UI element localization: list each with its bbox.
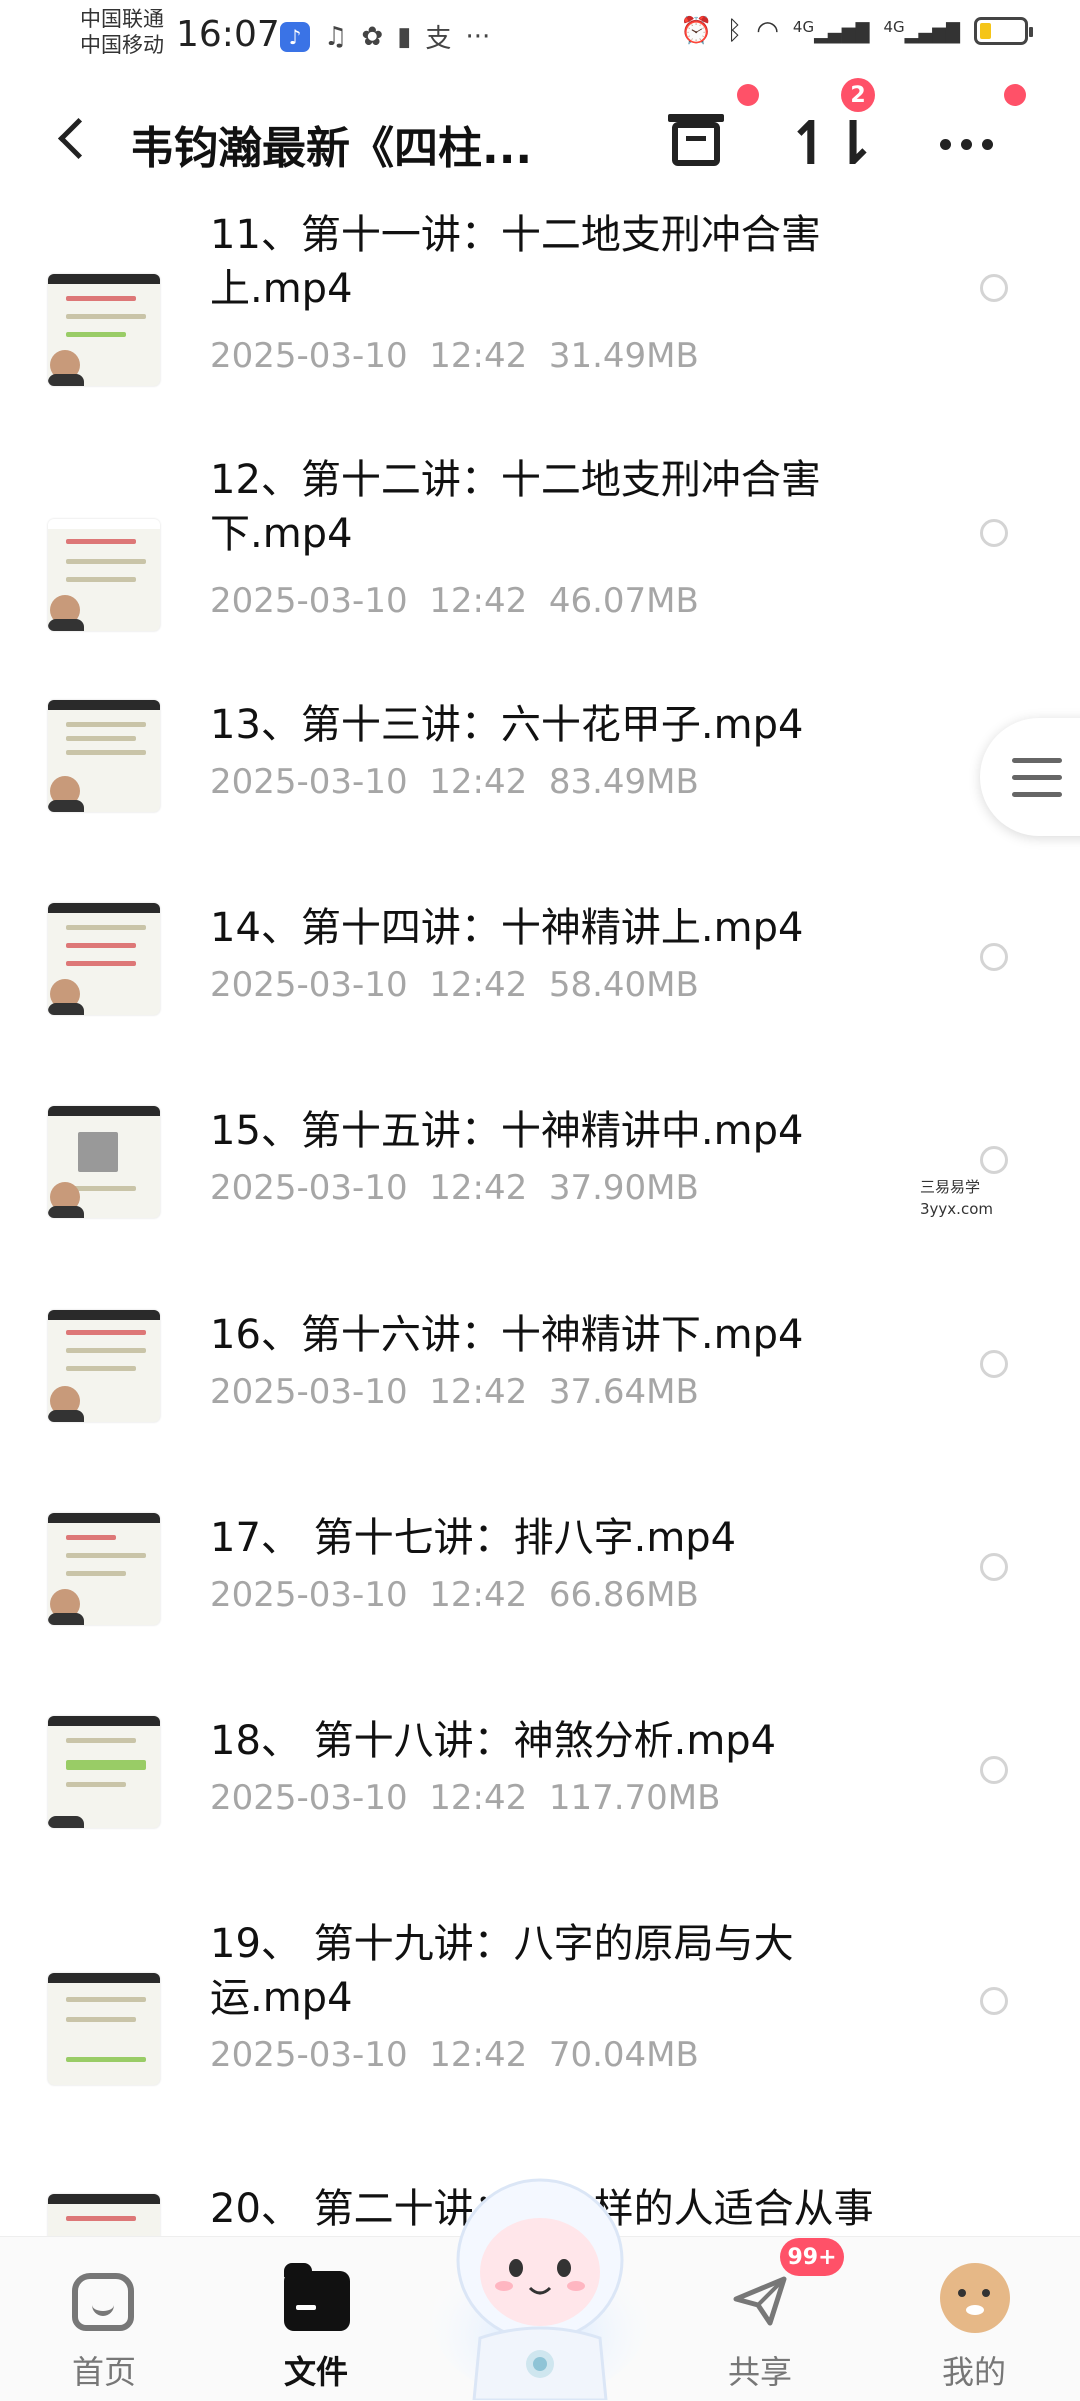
chevron-left-icon xyxy=(57,117,99,159)
wifi-icon: ◠ xyxy=(756,16,779,46)
select-checkbox[interactable] xyxy=(980,274,1008,302)
archive-button[interactable] xyxy=(660,108,732,180)
file-meta: 2025-03-10 12:42 66.86MB xyxy=(210,1575,699,1615)
more-options-button[interactable] xyxy=(930,108,1002,180)
select-checkbox[interactable] xyxy=(980,519,1008,547)
archive-icon xyxy=(668,114,724,166)
file-name: 15、第十五讲：十神精讲中.mp4 xyxy=(210,1108,804,1154)
file-meta: 2025-03-10 12:42 117.70MB xyxy=(210,1778,721,1818)
paper-plane-icon xyxy=(733,2276,787,2326)
file-meta: 2025-03-10 12:42 83.49MB xyxy=(210,762,699,802)
video-thumbnail xyxy=(48,903,160,1015)
folder-icon xyxy=(284,2263,350,2331)
transfer-button[interactable]: ↿⇂ xyxy=(786,108,879,180)
more-dots-icon xyxy=(939,138,993,150)
transfer-icon: ↿⇂ xyxy=(785,109,879,179)
video-thumbnail xyxy=(48,1513,160,1625)
carrier-2: 中国移动 xyxy=(80,33,164,57)
file-name: 13、第十三讲：六十花甲子.mp4 xyxy=(210,702,804,748)
battery-tip xyxy=(1029,27,1033,37)
folder-title: 韦钧瀚最新《四柱... xyxy=(130,123,533,174)
ai-assistant-mascot-icon[interactable] xyxy=(430,2168,650,2400)
battery-icon xyxy=(974,17,1033,45)
tiktok-icon: ♫ xyxy=(324,21,348,52)
tab-me[interactable]: 我的 xyxy=(904,2257,1044,2391)
tab-files[interactable]: 文件 xyxy=(246,2257,386,2391)
transfer-badge: 2 xyxy=(841,78,875,112)
file-name: 14、第十四讲：十神精讲上.mp4 xyxy=(210,905,804,951)
bilibili-icon: ♪ xyxy=(280,21,310,52)
avatar xyxy=(940,2263,1010,2333)
select-checkbox[interactable] xyxy=(980,943,1008,971)
status-clock: 16:07 xyxy=(176,14,280,55)
floating-menu-button[interactable] xyxy=(980,718,1080,836)
video-thumbnail xyxy=(48,274,160,386)
baidu-icon: ✿ xyxy=(361,21,384,52)
select-checkbox[interactable] xyxy=(980,1350,1008,1378)
carrier-names: 中国联通 中国移动 xyxy=(80,6,164,58)
file-name: 11、第十一讲：十二地支刑冲合害上.mp4 xyxy=(210,212,821,312)
carrier-1: 中国联通 xyxy=(80,7,164,31)
notification-icons: ♪ ♫ ✿ ▮ 支 ··· xyxy=(280,18,490,55)
system-icons: ⏰ ᛒ ◠ 4G▂▄▆█ 4G▂▄▆█ xyxy=(680,16,1033,46)
tab-share-label: 共享 xyxy=(727,2353,792,2391)
file-name: 12、第十二讲：十二地支刑冲合害下.mp4 xyxy=(210,457,821,557)
top-bar: 韦钧瀚最新《四柱... ↿⇂ 2 xyxy=(0,78,1080,200)
alipay-icon: 支 xyxy=(425,24,452,54)
file-name: 16、第十六讲：十神精讲下.mp4 xyxy=(210,1312,804,1358)
more-notification-dot xyxy=(1004,84,1026,106)
file-meta: 2025-03-10 12:42 31.49MB xyxy=(210,336,699,376)
share-badge: 99+ xyxy=(780,2238,844,2276)
file-name: 19、 第十九讲：八字的原局与大运.mp4 xyxy=(210,1921,794,2021)
file-name: 18、 第十八讲：神煞分析.mp4 xyxy=(210,1718,777,1764)
more-notifications-icon: ··· xyxy=(465,21,491,52)
tab-share[interactable]: 共享 xyxy=(690,2257,830,2391)
tab-home[interactable]: 首页 xyxy=(34,2257,174,2391)
video-thumbnail xyxy=(48,519,160,631)
select-checkbox[interactable] xyxy=(980,1987,1008,2015)
watermark: 三易易学 3yyx.com xyxy=(920,1178,993,1218)
battery-level xyxy=(980,23,991,39)
file-meta: 2025-03-10 12:42 46.07MB xyxy=(210,581,699,621)
video-thumbnail xyxy=(48,1716,160,1828)
file-meta: 2025-03-10 12:42 37.90MB xyxy=(210,1168,699,1208)
video-thumbnail xyxy=(48,700,160,812)
tab-me-label: 我的 xyxy=(941,2353,1006,2391)
signal-icon-1: 4G▂▄▆█ xyxy=(792,18,870,44)
tab-files-label: 文件 xyxy=(283,2353,348,2391)
back-button[interactable] xyxy=(48,108,99,168)
bluetooth-icon: ᛒ xyxy=(726,16,743,46)
archive-notification-dot xyxy=(737,84,759,106)
signal-icon-2: 4G▂▄▆█ xyxy=(883,18,960,44)
tab-home-label: 首页 xyxy=(71,2353,136,2391)
select-checkbox[interactable] xyxy=(980,1553,1008,1581)
warning-icon: ▮ xyxy=(397,21,412,52)
select-checkbox[interactable] xyxy=(980,1146,1008,1174)
home-icon xyxy=(72,2273,134,2331)
alarm-icon: ⏰ xyxy=(680,16,713,46)
file-meta: 2025-03-10 12:42 37.64MB xyxy=(210,1372,699,1412)
video-thumbnail xyxy=(48,1106,160,1218)
video-thumbnail xyxy=(48,1973,160,2085)
file-meta: 2025-03-10 12:42 70.04MB xyxy=(210,2035,699,2075)
select-checkbox[interactable] xyxy=(980,1756,1008,1784)
file-name: 17、 第十七讲：排八字.mp4 xyxy=(210,1515,737,1561)
file-meta: 2025-03-10 12:42 58.40MB xyxy=(210,965,699,1005)
video-thumbnail xyxy=(48,1310,160,1422)
status-bar: 中国联通 中国移动 16:07 ♪ ♫ ✿ ▮ 支 ··· ⏰ ᛒ ◠ 4G▂▄… xyxy=(0,0,1080,80)
